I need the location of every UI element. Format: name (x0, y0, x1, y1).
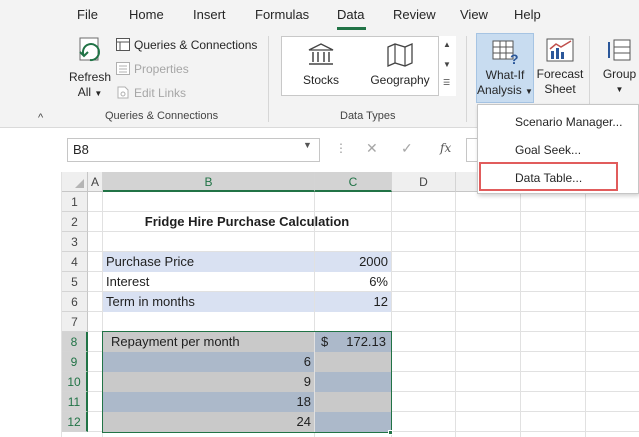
column-header-a[interactable]: A (88, 172, 103, 192)
chevron-down-icon: ▼ (615, 85, 624, 94)
tab-review[interactable]: Review (393, 7, 436, 22)
chevron-down-icon: ▼ (525, 87, 533, 96)
forecast-sheet-label-line2: Sheet (544, 82, 576, 96)
tab-data[interactable]: Data (337, 7, 364, 22)
active-tab-indicator (337, 27, 366, 30)
row-header-2[interactable]: 2 (62, 212, 88, 232)
gridline (455, 192, 456, 437)
group-label-data-types: Data Types (340, 110, 396, 122)
group-button[interactable]: Group ▼ (600, 37, 639, 97)
map-icon (387, 43, 413, 67)
tab-home[interactable]: Home (129, 7, 164, 22)
tab-file[interactable]: File (77, 7, 98, 22)
what-if-icon: ? (492, 40, 519, 66)
row-header-1[interactable]: 1 (62, 192, 88, 212)
group-label: Group (602, 67, 637, 81)
row-header-7[interactable]: 7 (62, 312, 88, 332)
row-header-3[interactable]: 3 (62, 232, 88, 252)
select-all-triangle-icon (75, 179, 84, 188)
tab-help[interactable]: Help (514, 7, 541, 22)
selection-border (102, 331, 392, 433)
row-header-8[interactable]: 8 (62, 332, 88, 352)
scroll-down-icon[interactable]: ▼ (443, 60, 451, 69)
row-header-9[interactable]: 9 (62, 352, 88, 372)
cell-b2-title[interactable]: Fridge Hire Purchase Calculation (103, 212, 391, 232)
formula-bar-splitter[interactable]: ⋮ (335, 141, 347, 155)
scroll-up-icon[interactable]: ▲ (443, 40, 451, 49)
row-header-5[interactable]: 5 (62, 272, 88, 292)
data-table-highlight-box (479, 162, 618, 191)
tab-insert[interactable]: Insert (193, 7, 226, 22)
what-if-label-line1: What-If (485, 68, 525, 82)
collapse-ribbon-icon[interactable]: ^ (38, 112, 43, 124)
cell-c5[interactable]: 6% (315, 272, 391, 292)
cell-b6[interactable]: Term in months (103, 292, 314, 312)
tab-view[interactable]: View (460, 7, 488, 22)
what-if-analysis-button[interactable]: ? What-If Analysis ▼ (476, 33, 534, 103)
cell-b5[interactable]: Interest (103, 272, 314, 292)
what-if-label-line2: Analysis ▼ (477, 83, 533, 97)
close-icon[interactable]: ✕ (366, 140, 378, 157)
name-box-dropdown-icon[interactable]: ▼ (303, 140, 312, 150)
fill-handle[interactable] (388, 430, 393, 435)
column-header-d[interactable]: D (392, 172, 456, 192)
properties-icon (116, 62, 130, 75)
name-box[interactable]: B8 (67, 138, 320, 162)
insert-function-icon[interactable]: fx (440, 141, 451, 155)
edit-links-button[interactable]: Edit Links (116, 86, 186, 100)
svg-text:?: ? (510, 51, 519, 66)
menu-item-scenario-manager[interactable]: Scenario Manager... (478, 110, 638, 134)
forecast-sheet-label-line1: Forecast (536, 67, 584, 81)
check-icon[interactable]: ✓ (401, 140, 413, 157)
cell-c6[interactable]: 12 (315, 292, 391, 312)
group-separator (268, 36, 269, 122)
refresh-all-label-line2: All ▼ (77, 85, 103, 99)
edit-links-icon (117, 86, 129, 99)
row-header-6[interactable]: 6 (62, 292, 88, 312)
gallery-scrollbar[interactable]: ▲ ▼ ☰ (438, 36, 456, 96)
gridline (520, 192, 521, 437)
refresh-all-label-line1: Refresh (68, 70, 112, 84)
group-separator (466, 36, 467, 122)
geography-button[interactable]: Geography (365, 42, 435, 88)
cell-c4[interactable]: 2000 (315, 252, 391, 272)
row-header-10[interactable]: 10 (62, 372, 88, 392)
row-header-12[interactable]: 12 (62, 412, 88, 432)
gridline (585, 192, 586, 437)
row-header-4[interactable]: 4 (62, 252, 88, 272)
row-header-11[interactable]: 11 (62, 392, 88, 412)
forecast-chart-icon (546, 38, 574, 62)
tab-formulas[interactable]: Formulas (255, 7, 309, 22)
menu-item-goal-seek[interactable]: Goal Seek... (478, 138, 638, 162)
properties-button[interactable]: Properties (116, 62, 189, 76)
bank-icon (308, 43, 334, 65)
queries-connections-icon (116, 38, 130, 51)
column-header-b[interactable]: B (103, 172, 315, 192)
stocks-button[interactable]: Stocks (291, 42, 351, 88)
queries-connections-button[interactable]: Queries & Connections (116, 38, 257, 52)
group-rows-icon (607, 39, 630, 61)
geography-label: Geography (370, 73, 430, 87)
forecast-sheet-button[interactable]: Forecast Sheet (535, 37, 585, 97)
cell-b4[interactable]: Purchase Price (103, 252, 314, 272)
refresh-all-button[interactable]: Refresh All ▼ (66, 36, 114, 101)
chevron-down-icon: ▼ (94, 89, 103, 98)
left-pane (0, 172, 62, 437)
column-header-c[interactable]: C (315, 172, 392, 192)
more-icon[interactable]: ☰ (443, 78, 450, 87)
refresh-icon (79, 37, 100, 62)
stocks-label: Stocks (302, 73, 339, 87)
group-label-queries: Queries & Connections (105, 110, 219, 122)
